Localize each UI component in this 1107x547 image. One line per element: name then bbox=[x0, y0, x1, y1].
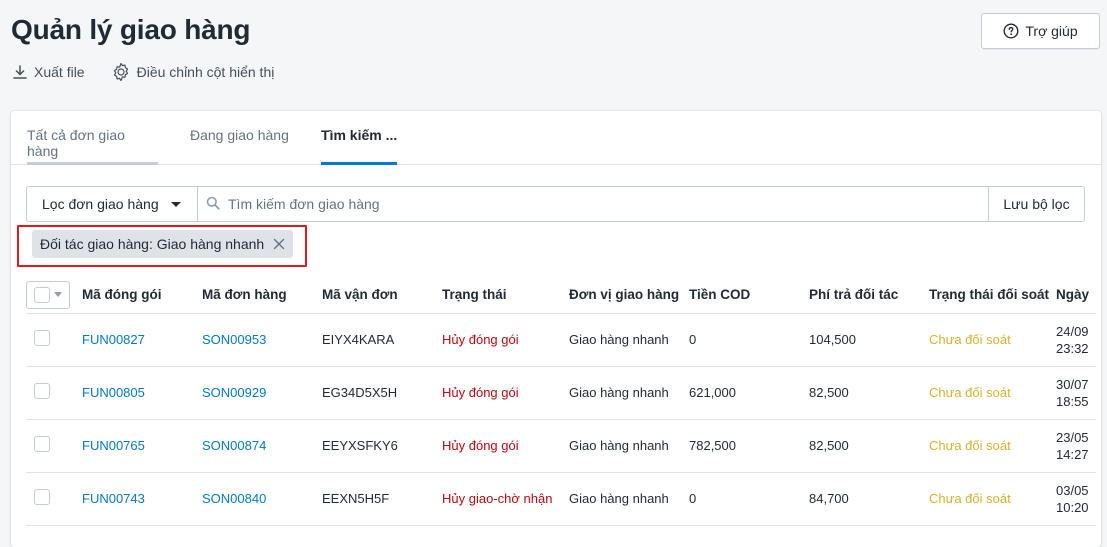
column-header: Ngày bbox=[1056, 287, 1090, 303]
order-code-link[interactable]: SON00929 bbox=[202, 385, 266, 400]
carrier: Giao hàng nhanh bbox=[569, 418, 689, 472]
gear-icon bbox=[111, 62, 131, 82]
shipments-card: Tất cả đơn giao hàng Đang giao hàng Tìm … bbox=[11, 111, 1101, 547]
date-cell: 30/07 18:55 bbox=[1056, 365, 1096, 419]
filter-dropdown[interactable]: Lọc đơn giao hàng bbox=[27, 187, 198, 221]
date-cell: 03/05 10:20 bbox=[1056, 471, 1096, 526]
search-icon bbox=[206, 196, 220, 213]
cod-amount: 0 bbox=[689, 312, 809, 366]
status: Hủy đóng gói bbox=[442, 365, 569, 419]
tab-label: Đang giao hàng bbox=[190, 127, 289, 143]
status: Hủy giao-chờ nhận bbox=[442, 471, 569, 526]
order-code-link[interactable]: SON00953 bbox=[202, 332, 266, 347]
cod-amount: 621,000 bbox=[689, 365, 809, 419]
pack-code-link[interactable]: FUN00805 bbox=[82, 385, 145, 400]
tab-active-underline bbox=[321, 162, 398, 165]
pack-code-link[interactable]: FUN00743 bbox=[82, 491, 145, 506]
page-title: Quản lý giao hàng bbox=[11, 14, 251, 45]
cod-amount: 782,500 bbox=[689, 418, 809, 472]
shipments-table: Mã đóng gói Mã đơn hàng Mã vận đơn Trạng… bbox=[26, 277, 1096, 526]
date: 03/05 bbox=[1056, 482, 1089, 498]
partner-fee: 84,700 bbox=[809, 471, 929, 526]
date-cell: 23/05 14:27 bbox=[1056, 418, 1096, 472]
filter-tag-label: Đối tác giao hàng: Giao hàng nhanh bbox=[40, 236, 265, 252]
row-checkbox[interactable] bbox=[34, 436, 50, 452]
tracking-code: EEXN5H5F bbox=[322, 471, 442, 526]
adjust-columns-label: Điều chỉnh cột hiển thị bbox=[136, 64, 275, 80]
column-header: Tiền COD bbox=[689, 287, 751, 303]
date: 24/09 bbox=[1056, 323, 1089, 339]
status: Hủy đóng gói bbox=[442, 312, 569, 366]
date: 23/05 bbox=[1056, 429, 1089, 445]
cod-amount: 0 bbox=[689, 471, 809, 526]
search-box bbox=[198, 187, 988, 221]
tab-search[interactable]: Tìm kiếm ... bbox=[321, 111, 398, 165]
table-row: FUN00765 SON00874 EEYXSFKY6 Hủy đóng gói… bbox=[26, 418, 1096, 472]
active-filter-tag: Đối tác giao hàng: Giao hàng nhanh bbox=[32, 230, 294, 258]
adjust-columns-button[interactable]: Điều chỉnh cột hiển thị bbox=[111, 62, 275, 82]
partner-fee: 104,500 bbox=[809, 312, 929, 366]
column-header: Mã đơn hàng bbox=[202, 287, 287, 303]
table-row: FUN00827 SON00953 EIYX4KARA Hủy đóng gói… bbox=[26, 312, 1096, 366]
carrier: Giao hàng nhanh bbox=[569, 365, 689, 419]
carrier: Giao hàng nhanh bbox=[569, 312, 689, 366]
date: 30/07 bbox=[1056, 376, 1089, 392]
caret-down-icon bbox=[170, 201, 181, 207]
order-code-link[interactable]: SON00874 bbox=[202, 438, 266, 453]
search-input[interactable] bbox=[228, 196, 988, 212]
filter-bar: Lọc đơn giao hàng Lưu bộ lọc bbox=[26, 186, 1085, 222]
time: 14:27 bbox=[1056, 446, 1089, 462]
row-checkbox[interactable] bbox=[34, 330, 50, 346]
status: Hủy đóng gói bbox=[442, 418, 569, 472]
tab-label: Tìm kiếm ... bbox=[321, 127, 398, 143]
column-header: Trạng thái bbox=[442, 287, 507, 303]
order-code-link[interactable]: SON00840 bbox=[202, 491, 266, 506]
select-all-checkbox[interactable] bbox=[26, 280, 70, 309]
tab-underline bbox=[27, 162, 158, 165]
page-actions: Xuất file Điều chỉnh cột hiển thị bbox=[12, 62, 274, 82]
tracking-code: EIYX4KARA bbox=[322, 312, 442, 366]
table-header-row: Mã đóng gói Mã đơn hàng Mã vận đơn Trạng… bbox=[26, 277, 1096, 313]
help-circle-icon bbox=[1003, 23, 1019, 39]
time: 10:20 bbox=[1056, 499, 1089, 515]
pack-code-link[interactable]: FUN00827 bbox=[82, 332, 145, 347]
save-filter-button[interactable]: Lưu bộ lọc bbox=[988, 187, 1084, 221]
reconcile-status: Chưa đối soát bbox=[929, 365, 1056, 419]
checkbox bbox=[34, 286, 50, 303]
tab-label: Tất cả đơn giao hàng bbox=[27, 127, 125, 159]
partner-fee: 82,500 bbox=[809, 418, 929, 472]
reconcile-status: Chưa đối soát bbox=[929, 471, 1056, 526]
column-header: Mã vận đơn bbox=[322, 287, 398, 303]
tabs: Tất cả đơn giao hàng Đang giao hàng Tìm … bbox=[11, 111, 1101, 165]
tab-all-shipments[interactable]: Tất cả đơn giao hàng bbox=[27, 111, 158, 165]
select-all-cell bbox=[26, 277, 82, 313]
export-label: Xuất file bbox=[34, 64, 85, 80]
time: 18:55 bbox=[1056, 393, 1089, 409]
help-button[interactable]: Trợ giúp bbox=[981, 13, 1100, 49]
carrier: Giao hàng nhanh bbox=[569, 471, 689, 526]
column-header: Đơn vị giao hàng bbox=[569, 287, 680, 303]
pack-code-link[interactable]: FUN00765 bbox=[82, 438, 145, 453]
tracking-code: EEYXSFKY6 bbox=[322, 418, 442, 472]
partner-fee: 82,500 bbox=[809, 365, 929, 419]
column-header: Trạng thái đối soát bbox=[929, 287, 1050, 303]
table-row: FUN00743 SON00840 EEXN5H5F Hủy giao-chờ … bbox=[26, 471, 1096, 526]
column-header: Phí trả đối tác bbox=[809, 287, 899, 303]
row-checkbox[interactable] bbox=[34, 383, 50, 399]
filter-dropdown-label: Lọc đơn giao hàng bbox=[42, 196, 159, 212]
time: 23:32 bbox=[1056, 340, 1089, 356]
reconcile-status: Chưa đối soát bbox=[929, 418, 1056, 472]
tab-shipping[interactable]: Đang giao hàng bbox=[190, 111, 289, 165]
tracking-code: EG34D5X5H bbox=[322, 365, 442, 419]
row-checkbox[interactable] bbox=[34, 489, 50, 505]
column-header: Mã đóng gói bbox=[82, 287, 162, 303]
download-icon bbox=[12, 64, 28, 80]
caret-down-icon bbox=[54, 292, 62, 298]
table-row: FUN00805 SON00929 EG34D5X5H Hủy đóng gói… bbox=[26, 365, 1096, 419]
close-icon[interactable] bbox=[273, 238, 285, 250]
reconcile-status: Chưa đối soát bbox=[929, 312, 1056, 366]
help-label: Trợ giúp bbox=[1025, 23, 1078, 39]
export-button[interactable]: Xuất file bbox=[12, 64, 85, 80]
date-cell: 24/09 23:32 bbox=[1056, 312, 1096, 366]
